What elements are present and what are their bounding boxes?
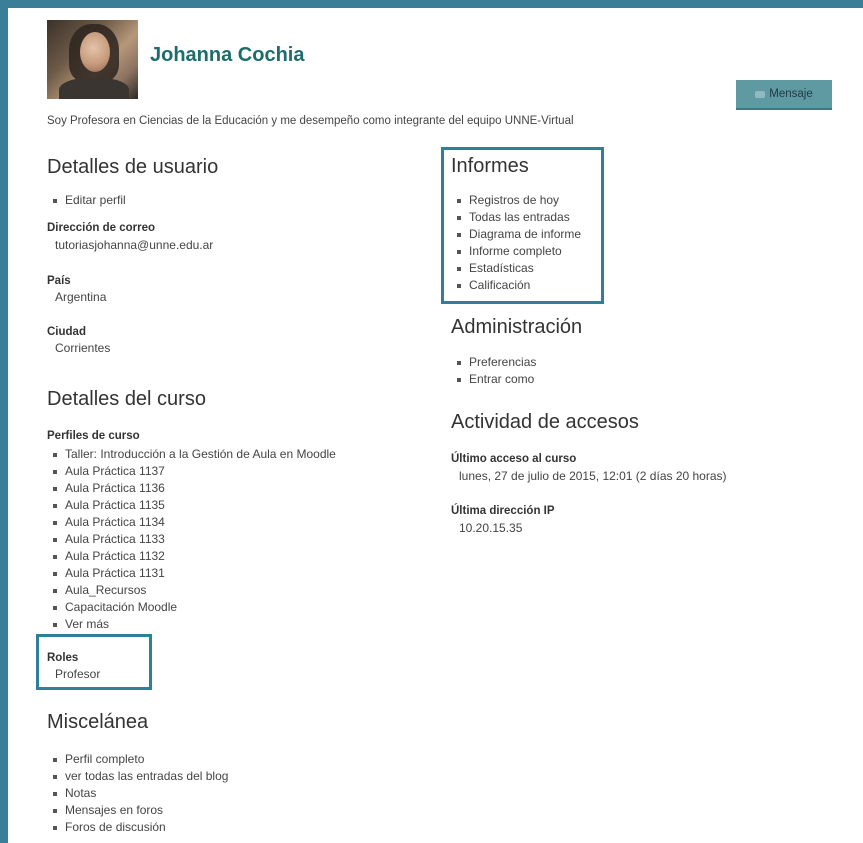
access-activity-title: Actividad de accesos [451,411,639,433]
email-value[interactable]: tutoriasjohanna@unne.edu.ar [55,238,213,252]
email-label: Dirección de correo [47,222,156,234]
report-diagram-link[interactable]: Diagrama de informe [451,226,581,243]
misc-title: Miscelánea [47,711,149,733]
blog-entries-link[interactable]: ver todas las entradas del blog [47,768,228,785]
last-access-label: Último acceso al curso [451,453,577,465]
profile-page: Johanna Cochia Mensaje Soy Profesora en … [0,0,863,843]
message-button[interactable]: Mensaje [736,80,832,110]
country-value: Argentina [55,290,107,304]
course-link[interactable]: Aula_Recursos [47,582,336,599]
avatar-shirt [59,78,129,99]
course-link[interactable]: Aula Práctica 1136 [47,480,336,497]
frame-top-border [0,0,863,8]
course-link[interactable]: Capacitación Moodle [47,599,336,616]
user-full-name: Johanna Cochia [150,44,305,66]
administration-links: Preferencias Entrar como [451,354,536,388]
user-details-title: Detalles de usuario [47,156,219,178]
statistics-link[interactable]: Estadísticas [451,260,581,277]
country-label: País [47,275,71,287]
login-as-link[interactable]: Entrar como [451,371,536,388]
city-value: Corrientes [55,341,111,355]
today-logs-link[interactable]: Registros de hoy [451,192,581,209]
grades-link[interactable]: Calificación [451,277,581,294]
forum-discussions-link[interactable]: Foros de discusión [47,819,228,836]
course-link[interactable]: Aula Práctica 1134 [47,514,336,531]
course-link[interactable]: Aula Práctica 1133 [47,531,336,548]
administration-title: Administración [451,316,583,338]
course-link[interactable]: Aula Práctica 1137 [47,463,336,480]
course-details-title: Detalles del curso [47,388,206,410]
course-profiles-list: Taller: Introducción a la Gestión de Aul… [47,446,336,633]
course-link[interactable]: Aula Práctica 1132 [47,548,336,565]
last-access-value: lunes, 27 de julio de 2015, 12:01 (2 día… [459,469,727,483]
last-ip-label: Última dirección IP [451,505,555,517]
reports-links: Registros de hoy Todas las entradas Diag… [451,192,581,294]
full-report-link[interactable]: Informe completo [451,243,581,260]
see-more-link[interactable]: Ver más [47,616,336,633]
edit-profile-link[interactable]: Editar perfil [47,192,126,209]
avatar-face [80,32,110,72]
full-profile-link[interactable]: Perfil completo [47,751,228,768]
all-entries-link[interactable]: Todas las entradas [451,209,581,226]
user-details-links: Editar perfil [47,192,126,209]
course-link[interactable]: Taller: Introducción a la Gestión de Aul… [47,446,336,463]
message-button-label: Mensaje [769,88,813,100]
roles-label: Roles [47,652,79,664]
preferences-link[interactable]: Preferencias [451,354,536,371]
user-description: Soy Profesora en Ciencias de la Educació… [47,115,574,127]
course-link[interactable]: Aula Práctica 1131 [47,565,336,582]
course-link[interactable]: Aula Práctica 1135 [47,497,336,514]
city-label: Ciudad [47,326,86,338]
notes-link[interactable]: Notas [47,785,228,802]
user-avatar[interactable] [47,20,138,99]
roles-value: Profesor [55,667,101,681]
forum-posts-link[interactable]: Mensajes en foros [47,802,228,819]
misc-links: Perfil completo ver todas las entradas d… [47,751,228,836]
reports-title: Informes [451,155,529,177]
frame-left-border [0,0,8,843]
course-profiles-label: Perfiles de curso [47,430,140,442]
message-bubble-icon [755,90,766,98]
last-ip-value: 10.20.15.35 [459,521,523,535]
